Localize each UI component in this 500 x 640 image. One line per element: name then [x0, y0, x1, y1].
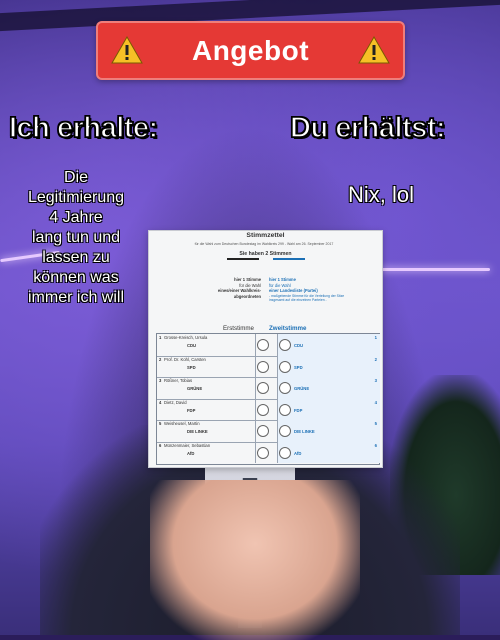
- ballot-votes: Sie haben 2 Stimmen: [239, 251, 292, 257]
- candidate-name: Prof. Dr. Kohl, Carsten: [164, 356, 206, 362]
- ballot-grid: 1 Grosse-Kreisch, Ursula CDU CDU 1 2 Pro…: [156, 333, 380, 465]
- ballot-paper: Stimmzettel für die Wahl zum Deutschen B…: [148, 230, 383, 468]
- second-vote-circle[interactable]: [279, 339, 291, 351]
- ballot-subtitle: für die Wahl zum Deutschen Bundestag im …: [194, 242, 334, 246]
- banner-title: Angebot: [191, 34, 310, 66]
- left-caption-line: lassen zu: [42, 249, 110, 266]
- first-vote-circle[interactable]: [257, 403, 269, 416]
- first-vote-circle[interactable]: [257, 360, 269, 373]
- second-vote-info: hier 1 Stimme für die Wahl einer Landesl…: [269, 277, 357, 302]
- list-party: DIE LINKE: [294, 429, 315, 434]
- candidate-party: DIE LINKE: [187, 429, 208, 434]
- list-number: 6: [374, 442, 377, 448]
- left-caption: Die Legitimierung 4 Jahre lang tun und l…: [10, 168, 142, 308]
- first-vote-line: abgeordneten: [233, 293, 261, 299]
- candidate-party: CDU: [187, 343, 197, 348]
- list-number: 2: [374, 356, 377, 362]
- party-cell: [277, 420, 380, 442]
- candidate-party: AfD: [187, 450, 195, 456]
- row-number: 2: [159, 356, 162, 362]
- candidate-name: Grosse-Kreisch, Ursula: [164, 335, 208, 340]
- erststimme-heading: Erststimme: [223, 325, 254, 332]
- party-cell: [277, 398, 380, 420]
- offer-banner: Angebot: [96, 21, 405, 80]
- party-cell: [277, 355, 380, 377]
- arrow-right-icon: [273, 258, 305, 260]
- row-number: 4: [159, 399, 162, 405]
- left-caption-line: können was: [33, 269, 119, 286]
- candidate-name: Rößner, Tobias: [164, 378, 193, 383]
- ballot-row: 3 Rößner, Tobias GRÜNE GRÜNE 3: [157, 377, 380, 400]
- row-number: 1: [159, 335, 162, 340]
- party-cell: [277, 377, 380, 399]
- list-party: SPD: [294, 364, 303, 370]
- left-caption-line: Legitimierung: [27, 189, 125, 206]
- first-vote-circle[interactable]: [257, 339, 269, 351]
- ballot-row: 6 Münzenmaier, Sebastian AfD AfD 6: [157, 441, 380, 463]
- ballot-title: Stimmzettel: [246, 232, 285, 239]
- ballot-row: 1 Grosse-Kreisch, Ursula CDU CDU 1: [157, 334, 380, 357]
- warning-icon: [358, 35, 390, 64]
- ballot-row: 5 Weisheusel, Martin DIE LINKE DIE LINKE…: [157, 420, 380, 443]
- left-heading: Ich erhalte:: [8, 111, 159, 145]
- list-number: 3: [374, 378, 377, 383]
- candidate-name: Weisheusel, Martin: [164, 421, 200, 426]
- candidate-name: Dietz, David: [164, 399, 187, 405]
- light-strip: [380, 268, 490, 271]
- party-cell: [277, 441, 380, 463]
- list-number: 4: [374, 399, 377, 405]
- right-heading: Du erhältst:: [289, 111, 446, 145]
- zweitstimme-heading: Zweitstimme: [269, 325, 307, 332]
- list-party: GRÜNE: [294, 386, 310, 391]
- second-vote-circle[interactable]: [279, 446, 291, 459]
- list-number: 1: [374, 335, 377, 340]
- row-number: 5: [159, 421, 162, 426]
- warning-icon: [111, 35, 143, 64]
- second-vote-line: insgesamt auf die einzelnen Parteien -: [269, 297, 327, 302]
- first-vote-circle[interactable]: [257, 446, 269, 459]
- list-party: CDU: [294, 343, 304, 348]
- second-vote-circle[interactable]: [279, 360, 291, 373]
- left-caption-line: lang tun und: [31, 229, 121, 246]
- row-number: 3: [159, 378, 162, 383]
- candidate-party: GRÜNE: [187, 386, 203, 391]
- candidate-name: Münzenmaier, Sebastian: [164, 442, 211, 448]
- left-caption-line: Die: [63, 169, 88, 186]
- candidate-party: SPD: [187, 364, 196, 370]
- second-vote-circle[interactable]: [279, 425, 291, 437]
- row-number: 6: [159, 442, 162, 448]
- hands: [150, 480, 360, 640]
- second-vote-circle[interactable]: [279, 403, 291, 416]
- party-cell: [277, 334, 380, 356]
- candidate-party: FDP: [187, 407, 196, 413]
- list-party: FDP: [294, 407, 303, 413]
- first-vote-circle[interactable]: [257, 425, 269, 437]
- first-vote-circle[interactable]: [257, 382, 269, 394]
- left-caption-line: immer ich will: [28, 289, 124, 306]
- arrow-left-icon: [227, 258, 259, 260]
- right-caption: Nix, lol: [348, 182, 415, 207]
- ballot-row: 2 Prof. Dr. Kohl, Carsten SPD SPD 2: [157, 355, 380, 378]
- second-vote-circle[interactable]: [279, 382, 291, 394]
- list-number: 5: [374, 421, 377, 426]
- first-vote-info: hier 1 Stimme für die Wahl eines/einer W…: [201, 277, 261, 299]
- ballot-row: 4 Dietz, David FDP FDP 4: [157, 398, 380, 421]
- left-caption-line: 4 Jahre: [49, 209, 103, 226]
- list-party: AfD: [294, 450, 302, 456]
